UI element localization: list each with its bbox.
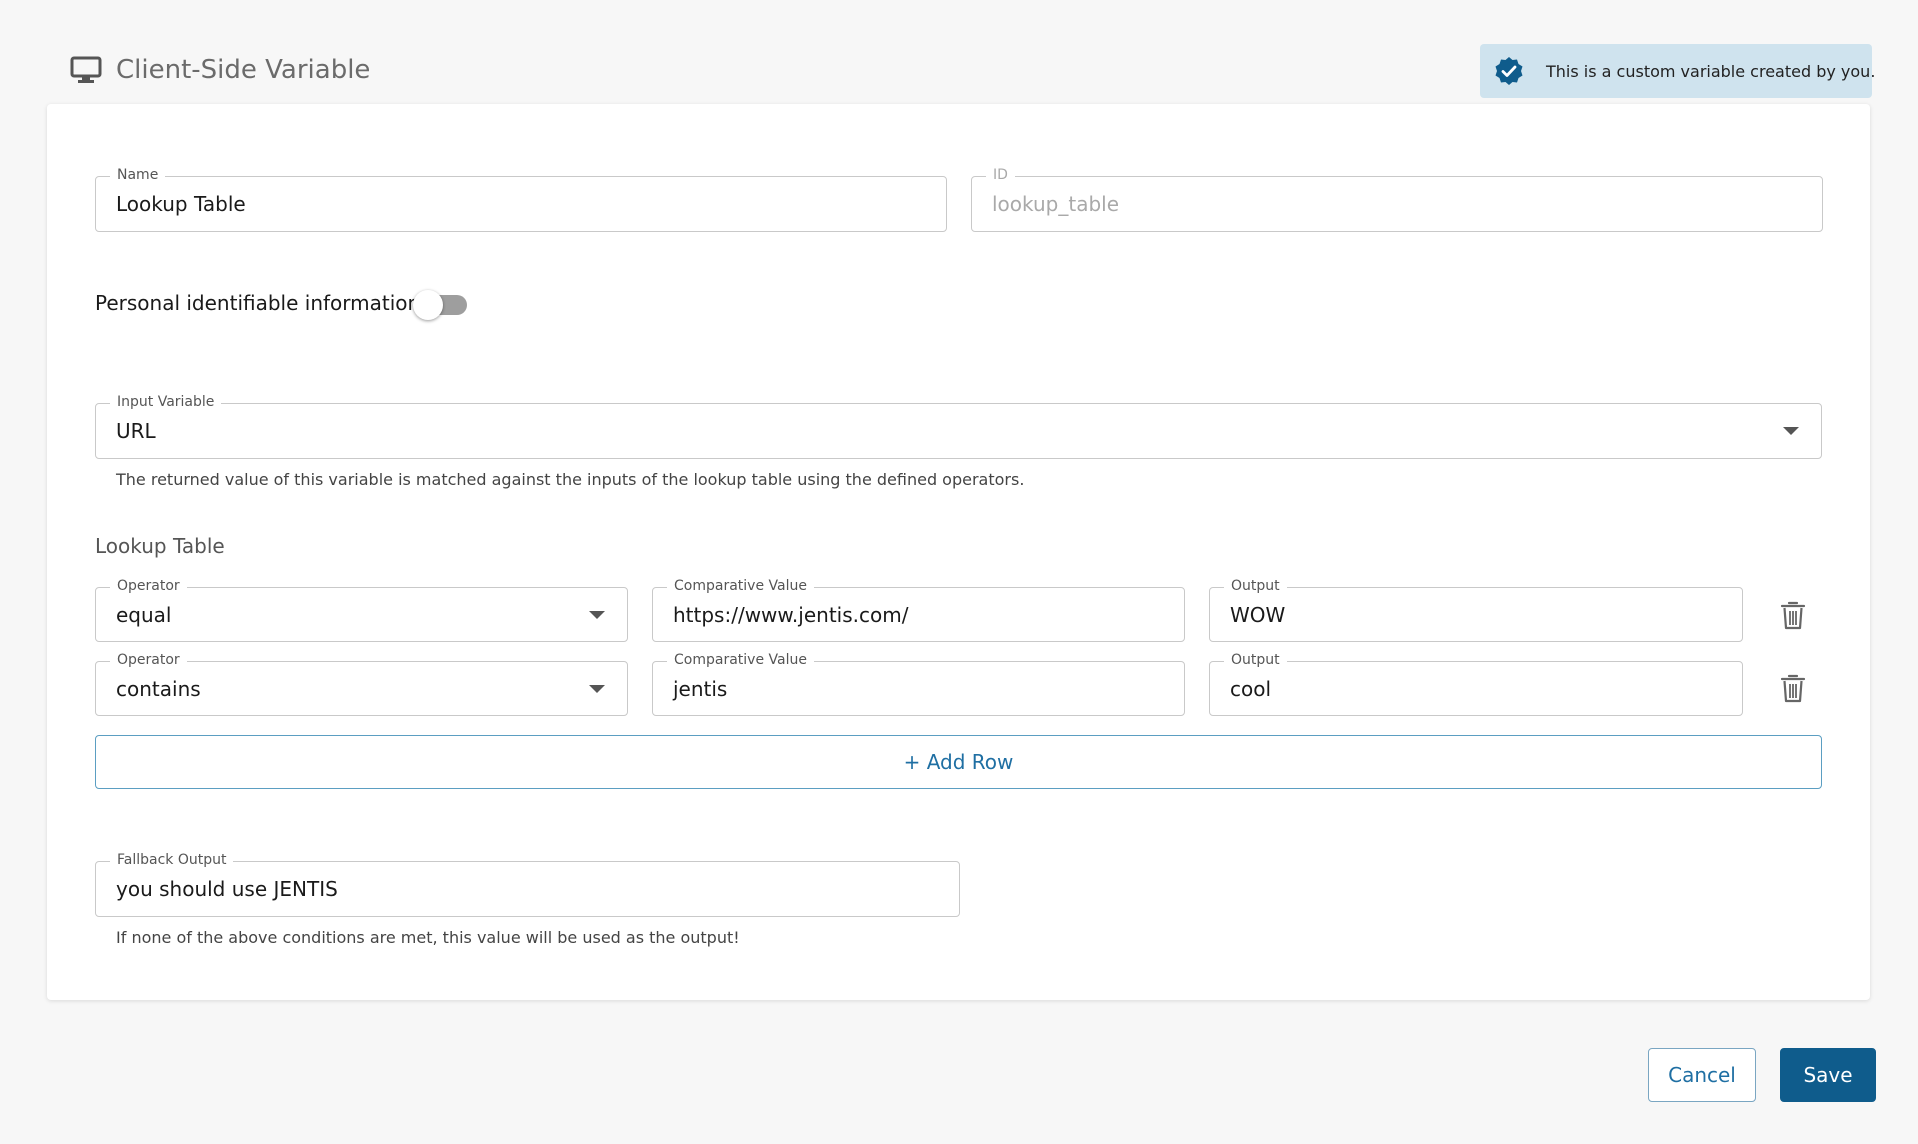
input-variable-helper: The returned value of this variable is m… [116,470,1025,489]
save-button[interactable]: Save [1780,1048,1876,1102]
id-value: lookup_table [992,192,1120,216]
chevron-down-icon [589,610,605,619]
output-value: WOW [1230,602,1286,627]
fallback-output-input[interactable]: Fallback Output you should use JENTIS [95,851,960,917]
operator-select-row-1[interactable]: Operator equal [95,577,628,642]
input-variable-select[interactable]: Input Variable URL [95,393,1822,459]
output-input-row-2[interactable]: Output cool [1209,651,1743,716]
variable-form-card: Name Lookup Table ID lookup_table Person… [47,104,1870,1000]
lookup-table-title: Lookup Table [95,534,225,558]
chevron-down-icon [589,684,605,693]
id-field: ID lookup_table [971,166,1823,232]
fallback-output-label: Fallback Output [110,851,234,869]
badge-text: This is a custom variable created by you… [1546,61,1876,81]
custom-variable-badge: This is a custom variable created by you… [1480,44,1876,98]
input-variable-value: URL [116,419,156,443]
output-value: cool [1230,676,1272,701]
trash-icon[interactable] [1780,673,1806,703]
page-title: Client-Side Variable [116,55,371,85]
input-variable-label: Input Variable [110,393,222,411]
trash-icon[interactable] [1780,600,1806,630]
cancel-button[interactable]: Cancel [1648,1048,1756,1102]
comparative-value-input-row-2[interactable]: Comparative Value jentis [652,651,1185,716]
add-row-button[interactable]: + Add Row [95,735,1822,789]
comparative-value: jentis [673,676,728,701]
fallback-output-value: you should use JENTIS [116,877,338,901]
comparative-value-input-row-1[interactable]: Comparative Value https://www.jentis.com… [652,577,1185,642]
pii-toggle-knob [413,290,443,320]
operator-value: contains [116,676,201,701]
output-label: Output [1224,577,1287,595]
name-value: Lookup Table [116,192,246,216]
chevron-down-icon [1783,427,1799,435]
name-label: Name [110,166,166,184]
page-header: Client-Side Variable [70,55,370,85]
fallback-output-helper: If none of the above conditions are met,… [116,928,740,947]
id-label: ID [986,166,1015,184]
comparative-value-label: Comparative Value [667,651,814,669]
pii-toggle[interactable] [413,289,469,321]
operator-value: equal [116,602,172,627]
operator-label: Operator [110,651,187,669]
monitor-icon [70,56,102,83]
comparative-value-label: Comparative Value [667,577,814,595]
operator-label: Operator [110,577,187,595]
output-input-row-1[interactable]: Output WOW [1209,577,1743,642]
name-field[interactable]: Name Lookup Table [95,166,947,232]
operator-select-row-2[interactable]: Operator contains [95,651,628,716]
verified-check-icon [1495,57,1523,85]
pii-label: Personal identifiable information [95,291,421,315]
output-label: Output [1224,651,1287,669]
comparative-value: https://www.jentis.com/ [673,602,909,627]
